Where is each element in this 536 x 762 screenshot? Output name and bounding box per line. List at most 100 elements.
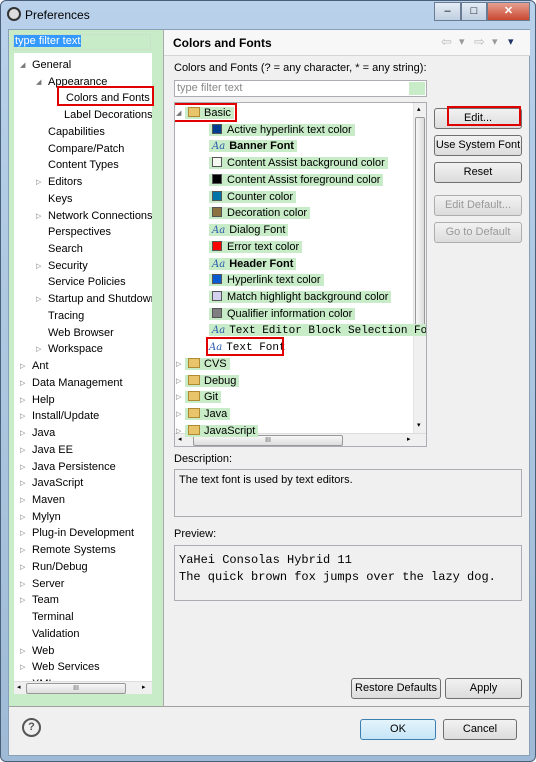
- expanded-arrow-icon[interactable]: ◢: [20, 58, 25, 74]
- close-button[interactable]: ✕: [487, 2, 530, 21]
- tree-item[interactable]: Perspectives: [48, 224, 111, 240]
- collapsed-arrow-icon[interactable]: ▷: [20, 409, 25, 425]
- collapsed-arrow-icon[interactable]: ▷: [176, 424, 181, 440]
- forward-dropdown-icon[interactable]: ▾: [492, 35, 498, 48]
- colors-filter-input[interactable]: type filter text: [174, 80, 427, 97]
- collapsed-arrow-icon[interactable]: ▷: [20, 476, 25, 492]
- collapsed-arrow-icon[interactable]: ▷: [20, 577, 25, 593]
- colors-tree-item[interactable]: Aa Dialog Font: [209, 222, 289, 238]
- colors-tree-item[interactable]: Decoration color: [209, 205, 311, 221]
- colors-tree-item[interactable]: Aa Text Font: [206, 337, 286, 357]
- collapsed-arrow-icon[interactable]: ▷: [176, 407, 181, 423]
- tree-item[interactable]: ▷ Mylyn: [20, 509, 61, 525]
- reset-button[interactable]: Reset: [434, 162, 522, 183]
- collapsed-arrow-icon[interactable]: ▷: [20, 460, 25, 476]
- collapsed-arrow-icon[interactable]: ▷: [20, 543, 25, 559]
- scroll-down-arrow-icon[interactable]: ▾: [417, 421, 421, 429]
- nav-filter-input[interactable]: type filter text: [13, 34, 151, 50]
- tree-item[interactable]: ▷ Team: [20, 592, 59, 608]
- tree-item[interactable]: Content Types: [48, 157, 119, 173]
- scroll-up-arrow-icon[interactable]: ▴: [417, 105, 421, 113]
- collapsed-arrow-icon[interactable]: ▷: [20, 526, 25, 542]
- colors-tree-item[interactable]: Content Assist background color: [209, 155, 388, 171]
- minimize-button[interactable]: –: [434, 2, 461, 21]
- vertical-scroll-thumb[interactable]: [415, 117, 425, 329]
- collapsed-arrow-icon[interactable]: ▷: [20, 510, 25, 526]
- collapsed-arrow-icon[interactable]: ▷: [20, 426, 25, 442]
- tree-item[interactable]: Compare/Patch: [48, 141, 124, 157]
- collapsed-arrow-icon[interactable]: ▷: [20, 660, 25, 676]
- colors-tree-item[interactable]: Qualifier information color: [209, 306, 356, 322]
- colors-tree-item[interactable]: Hyperlink text color: [209, 272, 324, 288]
- nav-horizontal-scrollbar[interactable]: ◂ III ▸: [14, 681, 152, 694]
- collapsed-arrow-icon[interactable]: ▷: [36, 342, 41, 358]
- scroll-right-arrow-icon[interactable]: ▸: [407, 435, 411, 443]
- tree-item[interactable]: Keys: [48, 191, 72, 207]
- tree-item[interactable]: ▷ Security: [36, 258, 88, 274]
- collapsed-arrow-icon[interactable]: ▷: [20, 376, 25, 392]
- colors-tree-item[interactable]: ▷ Debug: [176, 373, 240, 389]
- ok-button[interactable]: OK: [360, 719, 436, 740]
- colors-tree-item[interactable]: ▷ JavaScript: [176, 423, 259, 439]
- colors-tree-item[interactable]: ▷ Git: [176, 389, 222, 405]
- help-icon[interactable]: ?: [22, 718, 41, 737]
- scroll-left-arrow-icon[interactable]: ◂: [17, 683, 21, 691]
- scroll-thumb[interactable]: III: [26, 683, 126, 694]
- colors-tree-item[interactable]: ▷ Java: [176, 406, 231, 422]
- collapsed-arrow-icon[interactable]: ▷: [36, 259, 41, 275]
- tree-item[interactable]: Service Policies: [48, 274, 126, 290]
- tree-item[interactable]: Capabilities: [48, 124, 105, 140]
- expanded-arrow-icon[interactable]: ◢: [36, 75, 41, 91]
- tree-item[interactable]: ▷ Plug-in Development: [20, 525, 134, 541]
- tree-item[interactable]: Tracing: [48, 308, 84, 324]
- tree-item[interactable]: ▷ Java EE: [20, 442, 73, 458]
- go-to-default-button[interactable]: Go to Default: [434, 222, 522, 243]
- colors-tree-item[interactable]: Active hyperlink text color: [209, 122, 355, 138]
- collapsed-arrow-icon[interactable]: ▷: [176, 390, 181, 406]
- restore-defaults-button[interactable]: Restore Defaults: [351, 678, 441, 699]
- collapsed-arrow-icon[interactable]: ▷: [20, 393, 25, 409]
- cancel-button[interactable]: Cancel: [443, 719, 517, 740]
- tree-item[interactable]: ▷ Ant: [20, 358, 49, 374]
- tree-vertical-scrollbar[interactable]: ▴ ▾: [413, 103, 426, 433]
- tree-item[interactable]: ▷ Java Persistence: [20, 459, 116, 475]
- tree-item[interactable]: Label Decorations: [64, 107, 152, 123]
- colors-tree-item[interactable]: Content Assist foreground color: [209, 172, 384, 188]
- tree-item[interactable]: ▷ Startup and Shutdown: [36, 291, 152, 307]
- back-arrow-icon[interactable]: ⇦: [441, 34, 452, 50]
- filter-clear-icon[interactable]: [409, 82, 425, 95]
- tree-item[interactable]: ▷ Help: [20, 392, 55, 408]
- maximize-button[interactable]: □: [461, 2, 487, 21]
- tree-item[interactable]: ▷ Maven: [20, 492, 65, 508]
- colors-tree-item[interactable]: Aa Text Editor Block Selection Font: [209, 322, 426, 338]
- tree-item[interactable]: ▷ JavaScript: [20, 475, 83, 491]
- tree-item[interactable]: Validation: [32, 626, 80, 642]
- collapsed-arrow-icon[interactable]: ▷: [36, 175, 41, 191]
- forward-arrow-icon[interactable]: ⇨: [474, 34, 485, 50]
- collapsed-arrow-icon[interactable]: ▷: [36, 209, 41, 225]
- tree-item[interactable]: ▷ Editors: [36, 174, 82, 190]
- tree-item[interactable]: Web Browser: [48, 325, 114, 341]
- colors-tree-item[interactable]: Counter color: [209, 189, 297, 205]
- colors-tree-item[interactable]: Aa Header Font: [209, 256, 297, 272]
- view-menu-icon[interactable]: ▾: [508, 35, 514, 48]
- colors-tree-item[interactable]: ▷ CVS: [176, 356, 230, 372]
- tree-item[interactable]: ▷ Web: [20, 643, 54, 659]
- tree-item[interactable]: ◢ General: [20, 57, 71, 73]
- use-system-font-button[interactable]: Use System Font: [434, 135, 522, 156]
- collapsed-arrow-icon[interactable]: ▷: [20, 644, 25, 660]
- back-dropdown-icon[interactable]: ▾: [459, 35, 465, 48]
- colors-tree-item[interactable]: Error text color: [209, 239, 303, 255]
- collapsed-arrow-icon[interactable]: ▷: [176, 374, 181, 390]
- edit-default-button[interactable]: Edit Default...: [434, 195, 522, 216]
- tree-item[interactable]: Terminal: [32, 609, 74, 625]
- collapsed-arrow-icon[interactable]: ▷: [176, 357, 181, 373]
- tree-item[interactable]: ▷ Server: [20, 576, 64, 592]
- tree-item[interactable]: ▷ Data Management: [20, 375, 123, 391]
- tree-item[interactable]: ▷ Web Services: [20, 659, 100, 675]
- colors-tree-item[interactable]: Match highlight background color: [209, 289, 392, 305]
- colors-tree-item[interactable]: ◢ Basic: [175, 103, 237, 122]
- collapsed-arrow-icon[interactable]: ▷: [20, 593, 25, 609]
- colors-tree-item[interactable]: Aa Banner Font: [209, 138, 297, 154]
- collapsed-arrow-icon[interactable]: ▷: [20, 359, 25, 375]
